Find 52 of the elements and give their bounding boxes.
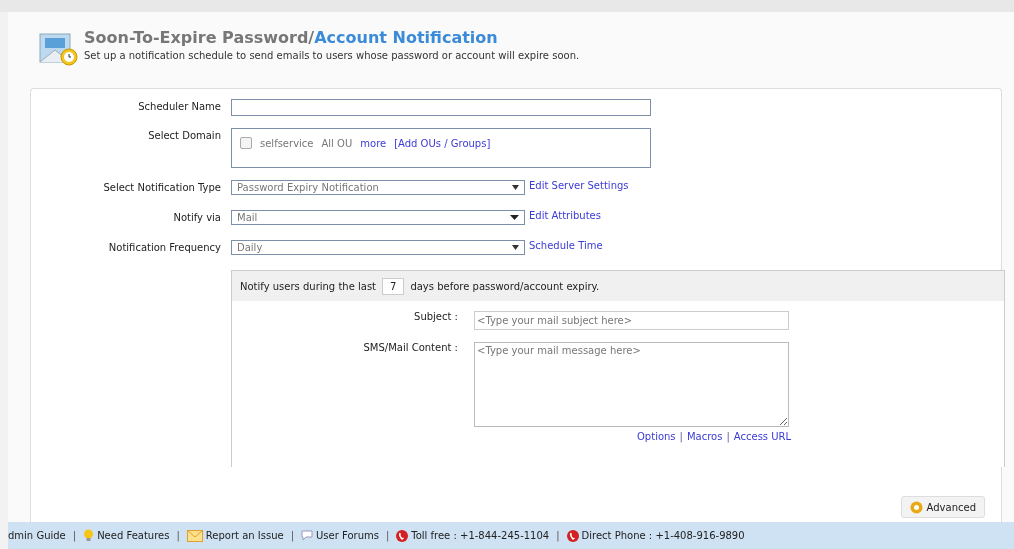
- speech-bubble-icon: [301, 530, 314, 541]
- phone-icon: [566, 529, 579, 542]
- dropdown[interactable]: Mail: [231, 210, 525, 225]
- lightbulb-icon: [83, 529, 95, 542]
- footer-separator: |: [555, 530, 561, 541]
- footer-separator: |: [384, 530, 391, 541]
- field-label: Notify via: [172, 211, 222, 223]
- link-separator: |: [726, 431, 730, 442]
- content-label: SMS/Mail Content :: [362, 342, 459, 353]
- field-label: Select Domain: [147, 129, 222, 141]
- footer-link[interactable]: Report an Issue: [186, 529, 284, 542]
- subject-field[interactable]: <Type your mail subject here>: [474, 311, 789, 330]
- ou-text: All OU: [321, 137, 353, 149]
- link-separator: |: [679, 431, 683, 442]
- dropdown[interactable]: Daily: [231, 240, 525, 255]
- dropdown-arrow-icon[interactable]: [512, 245, 519, 250]
- phone-icon: [396, 529, 409, 542]
- envelope-icon: [186, 529, 203, 542]
- field-label: Notification Frequency: [107, 241, 222, 253]
- more-link[interactable]: more: [360, 137, 387, 149]
- notify-text: days before password/account expiry.: [410, 280, 600, 292]
- advanced-button[interactable]: Advanced: [900, 496, 985, 518]
- notify-text: Notify users during the last: [240, 280, 376, 292]
- footer-separator: |: [71, 530, 78, 541]
- footer-link[interactable]: Toll free : +1-844-245-1104: [396, 529, 550, 542]
- footer-link[interactable]: User Forums: [301, 530, 379, 541]
- content-link[interactable]: Macros: [686, 431, 723, 442]
- scheduler-name-field[interactable]: [231, 99, 651, 116]
- settings-link[interactable]: Schedule Time: [529, 240, 603, 251]
- footer-separator: |: [175, 530, 181, 541]
- content-field[interactable]: <Type your mail message here>: [474, 342, 789, 427]
- dropdown-arrow-icon[interactable]: [512, 185, 519, 190]
- footer-link[interactable]: dmin Guide: [8, 530, 66, 541]
- dropdown-arrow-icon[interactable]: [510, 215, 519, 220]
- settings-link[interactable]: Edit Attributes: [529, 210, 601, 221]
- footer-link[interactable]: Need Features: [83, 529, 170, 542]
- add-ous-link[interactable]: [Add OUs / Groups]: [394, 137, 491, 149]
- page-title: Soon-To-Expire Password/Account Notification: [84, 28, 499, 47]
- domain-name: selfservice: [260, 137, 314, 149]
- settings-link[interactable]: Edit Server Settings: [529, 180, 629, 191]
- dropdown[interactable]: Password Expiry Notification: [231, 180, 525, 195]
- days-field[interactable]: 7: [382, 277, 405, 295]
- footer-link[interactable]: Direct Phone : +1-408-916-9890: [566, 529, 745, 542]
- gear-icon: [909, 500, 923, 514]
- subject-label: Subject :: [413, 311, 459, 322]
- content-link[interactable]: Options: [637, 431, 676, 442]
- content-link[interactable]: Access URL: [733, 431, 792, 442]
- field-label: Select Notification Type: [102, 181, 222, 193]
- footer-separator: |: [289, 530, 296, 541]
- page-subtitle: Set up a notification schedule to send emails to users whose password or account will expire soon.: [84, 50, 580, 61]
- domain-checkbox[interactable]: [240, 137, 252, 149]
- field-label: Scheduler Name: [137, 100, 222, 112]
